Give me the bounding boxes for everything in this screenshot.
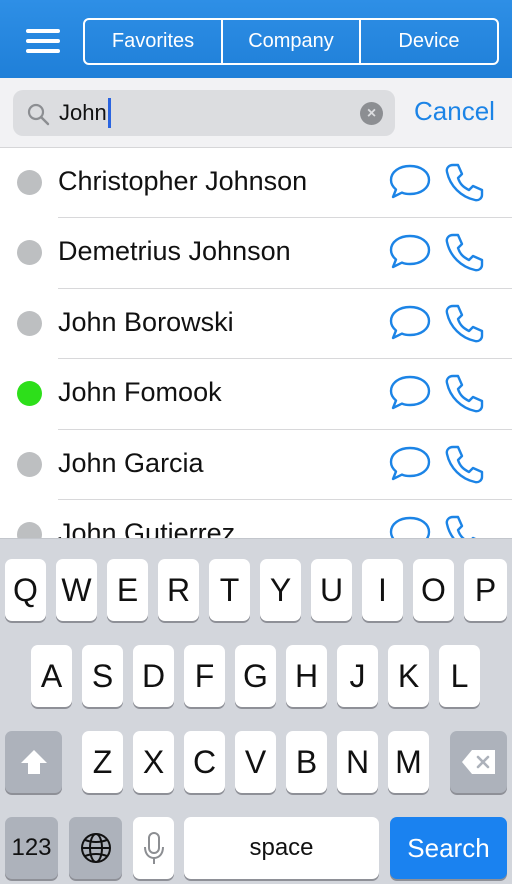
key-h[interactable]: H xyxy=(286,645,327,707)
globe-icon xyxy=(80,833,111,863)
key-w[interactable]: W xyxy=(56,559,97,621)
key-y[interactable]: Y xyxy=(260,559,301,621)
search-field[interactable]: John × xyxy=(13,90,395,136)
key-n[interactable]: N xyxy=(337,731,378,793)
key-a[interactable]: A xyxy=(31,645,72,707)
presence-status-dot xyxy=(17,381,42,407)
contact-row[interactable]: John Fomook xyxy=(0,359,512,430)
key-c[interactable]: C xyxy=(184,731,225,793)
key-i[interactable]: I xyxy=(362,559,403,621)
space-key[interactable]: space xyxy=(184,817,379,879)
key-f[interactable]: F xyxy=(184,645,225,707)
dictation-key[interactable] xyxy=(133,817,174,879)
globe-key[interactable] xyxy=(69,817,122,879)
numbers-key[interactable]: 123 xyxy=(5,817,58,879)
presence-status-dot xyxy=(17,240,42,266)
backspace-key[interactable] xyxy=(450,731,507,793)
key-j[interactable]: J xyxy=(337,645,378,707)
hamburger-icon-line xyxy=(26,39,60,43)
top-bar: Favorites Company Device xyxy=(0,0,512,78)
shift-key[interactable] xyxy=(5,731,62,793)
contact-name: Christopher Johnson xyxy=(58,166,308,196)
search-icon xyxy=(27,103,50,126)
phone-icon[interactable] xyxy=(443,372,485,414)
phone-icon[interactable] xyxy=(443,443,485,485)
segment-device[interactable]: Device xyxy=(361,20,497,63)
segment-favorites[interactable]: Favorites xyxy=(85,20,223,63)
contact-row[interactable]: Christopher Johnson xyxy=(0,148,512,219)
message-icon[interactable] xyxy=(388,445,432,483)
contact-row[interactable]: John Gutierrez xyxy=(0,500,512,538)
key-z[interactable]: Z xyxy=(82,731,123,793)
presence-status-dot xyxy=(17,521,42,538)
search-bar: John × Cancel xyxy=(0,78,512,148)
message-icon[interactable] xyxy=(388,515,432,538)
contact-name: John Fomook xyxy=(58,377,222,408)
key-l[interactable]: L xyxy=(439,645,480,707)
search-input[interactable]: John xyxy=(59,98,111,128)
contact-name: John Garcia xyxy=(58,447,204,478)
clear-search-icon[interactable]: × xyxy=(360,102,383,125)
key-b[interactable]: B xyxy=(286,731,327,793)
contact-name: John Borowski xyxy=(58,306,234,337)
presence-status-dot xyxy=(17,170,42,195)
keyboard: Q W E R T Y U I O P A S D F G H J K L Z … xyxy=(0,538,512,884)
key-t[interactable]: T xyxy=(209,559,250,621)
key-p[interactable]: P xyxy=(464,559,507,621)
presence-status-dot xyxy=(17,451,42,477)
phone-icon[interactable] xyxy=(443,161,485,203)
key-s[interactable]: S xyxy=(82,645,123,707)
key-m[interactable]: M xyxy=(388,731,429,793)
message-icon[interactable] xyxy=(388,233,432,271)
text-cursor xyxy=(107,98,111,128)
search-key[interactable]: Search xyxy=(390,817,507,879)
menu-button[interactable] xyxy=(20,24,66,58)
key-k[interactable]: K xyxy=(388,645,429,707)
segmented-control: Favorites Company Device xyxy=(83,18,499,65)
cancel-button[interactable]: Cancel xyxy=(414,96,495,127)
key-d[interactable]: D xyxy=(133,645,174,707)
contact-list: Christopher Johnson Demetrius Johnson Jo… xyxy=(0,148,512,538)
contact-name: John Gutierrez xyxy=(58,517,236,538)
search-input-text: John xyxy=(59,100,107,125)
microphone-icon xyxy=(143,832,164,864)
key-u[interactable]: U xyxy=(311,559,352,621)
key-q[interactable]: Q xyxy=(5,559,46,621)
segment-company[interactable]: Company xyxy=(223,20,361,63)
phone-icon[interactable] xyxy=(443,231,485,273)
key-v[interactable]: V xyxy=(235,731,276,793)
key-x[interactable]: X xyxy=(133,731,174,793)
phone-icon[interactable] xyxy=(443,302,485,344)
phone-icon[interactable] xyxy=(443,513,485,538)
message-icon[interactable] xyxy=(388,304,432,342)
key-g[interactable]: G xyxy=(235,645,276,707)
key-o[interactable]: O xyxy=(413,559,454,621)
message-icon[interactable] xyxy=(388,163,432,201)
contact-row[interactable]: Demetrius Johnson xyxy=(0,218,512,290)
contact-row[interactable]: John Garcia xyxy=(0,430,512,501)
hamburger-icon-line xyxy=(26,29,60,33)
shift-icon xyxy=(20,750,47,774)
message-icon[interactable] xyxy=(388,374,432,412)
key-e[interactable]: E xyxy=(107,559,148,621)
presence-status-dot xyxy=(17,310,42,336)
contact-name: Demetrius Johnson xyxy=(58,236,291,267)
hamburger-icon-line xyxy=(26,49,60,53)
contact-row[interactable]: John Borowski xyxy=(0,289,512,360)
backspace-icon xyxy=(461,750,495,774)
key-r[interactable]: R xyxy=(158,559,199,621)
